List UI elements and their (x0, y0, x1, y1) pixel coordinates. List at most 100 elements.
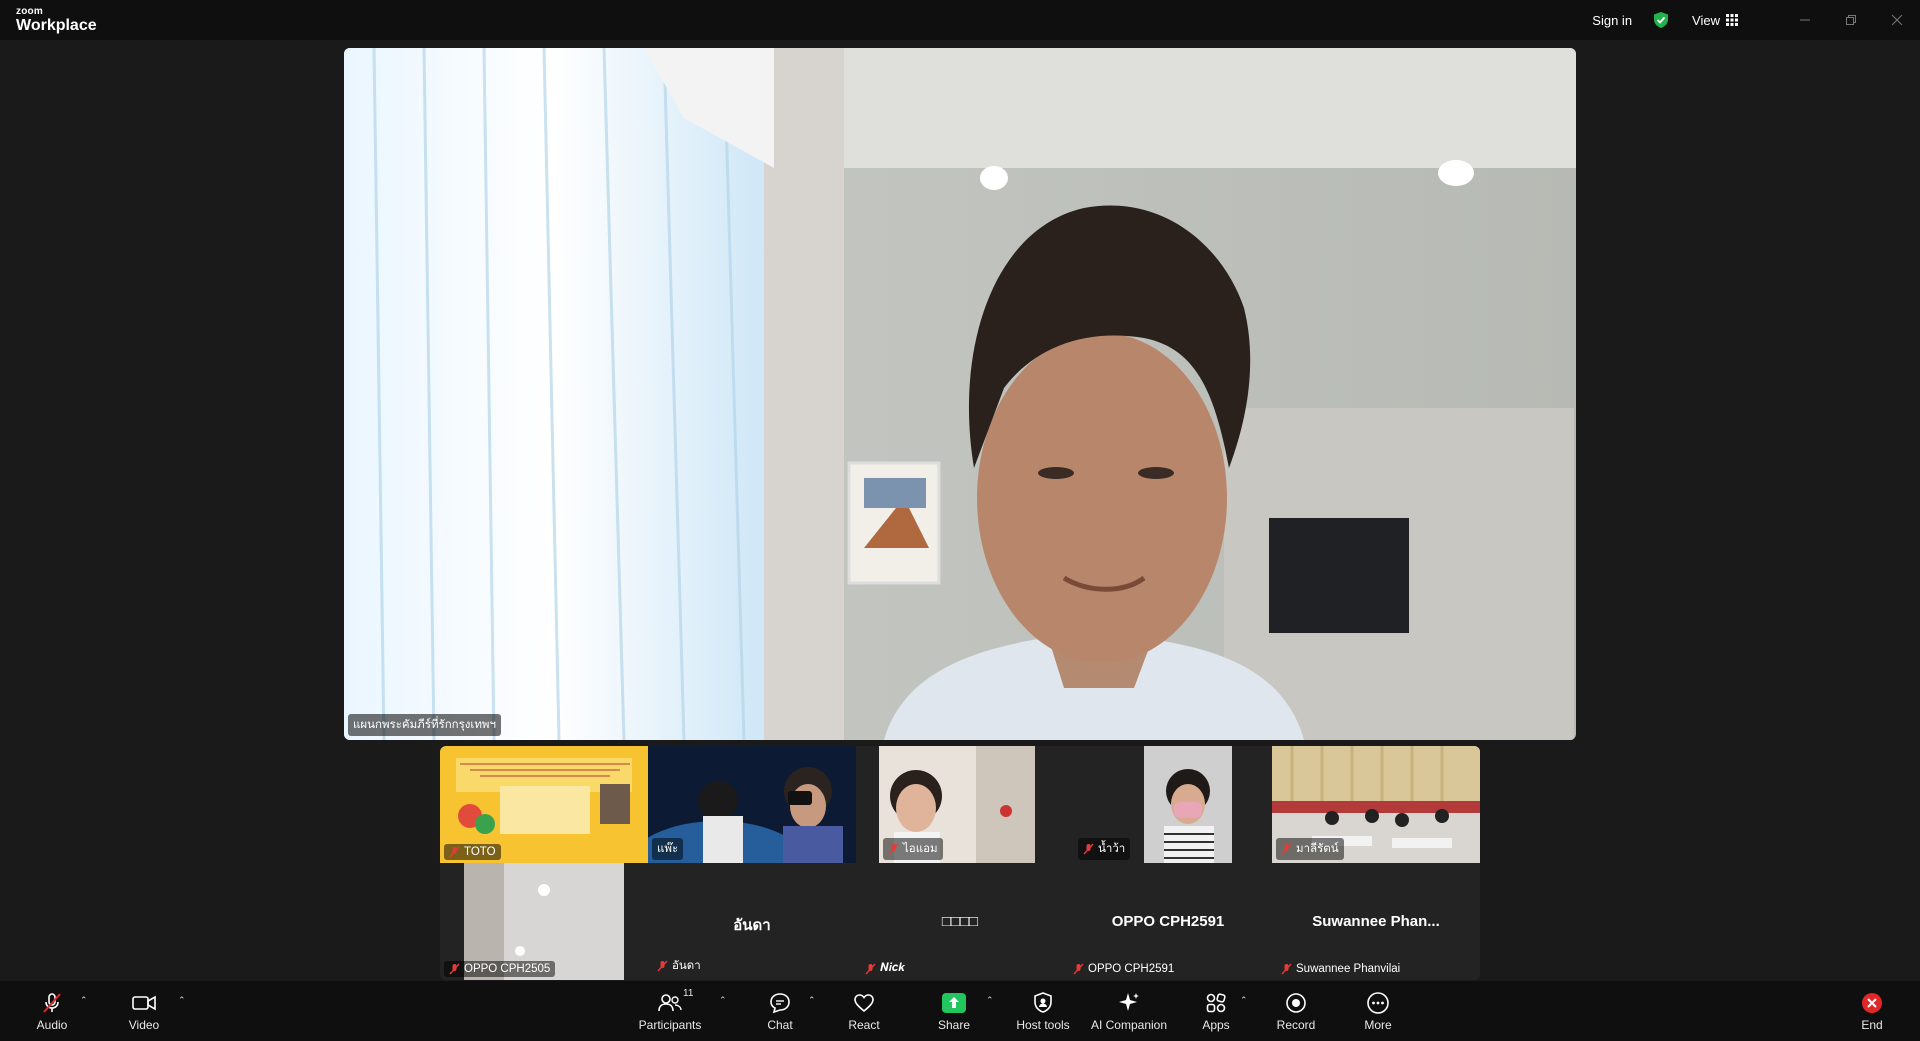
encryption-shield-icon[interactable] (1652, 11, 1670, 29)
participant-name-tag: OPPO CPH2505 (444, 961, 556, 977)
close-window-button[interactable] (1874, 0, 1920, 40)
participant-tile-4[interactable]: น้ำว้า (1064, 746, 1272, 863)
apps-label: Apps (1202, 1018, 1230, 1032)
speaker-name-tag: แผนกพระคัมภีร์ที่รักกรุงเทพฯ (348, 714, 501, 736)
participant-name-tag: ไอแอม (883, 838, 943, 860)
participant-name-tag: Suwannee Phanvilai (1276, 961, 1405, 977)
participants-label: Participants (638, 1018, 702, 1032)
participant-tile-5[interactable]: มาลีรัตน์ (1272, 746, 1480, 863)
zoom-workplace-logo: zoom Workplace (16, 7, 97, 34)
end-icon (1862, 993, 1882, 1013)
participant-name: มาลีรัตน์ (1296, 843, 1339, 855)
restore-icon (1846, 15, 1856, 25)
ai-companion-button[interactable]: AI Companion (1090, 981, 1168, 1041)
speaker-video-feed (344, 48, 1576, 740)
participant-name: OPPO CPH2505 (464, 963, 551, 975)
maximize-button[interactable] (1828, 0, 1874, 40)
participants-button[interactable]: 11 Participants (636, 981, 704, 1041)
audio-button[interactable]: Audio (32, 981, 72, 1041)
audio-label: Audio (36, 1018, 68, 1032)
more-label: More (1364, 1018, 1392, 1032)
title-bar: zoom Workplace Sign in View (0, 0, 1920, 40)
participant-tile-toto[interactable]: TOTO (440, 746, 648, 863)
microphone-muted-icon (43, 993, 61, 1013)
participant-name: ไอแอม (903, 843, 938, 855)
mic-muted-icon (1073, 963, 1084, 975)
mic-muted-icon (1281, 963, 1292, 975)
camera-icon (132, 995, 156, 1011)
participant-name: แพ๊ะ (657, 843, 679, 855)
brand-large: Workplace (16, 17, 97, 34)
apps-button[interactable]: Apps (1196, 981, 1236, 1041)
end-label: End (1861, 1018, 1883, 1032)
video-button[interactable]: Video (124, 981, 164, 1041)
shield-icon (1034, 992, 1052, 1013)
participant-tile-9[interactable]: OPPO CPH2591 OPPO CPH2591 (1064, 863, 1272, 980)
apps-icon (1206, 993, 1226, 1013)
participant-tile-8[interactable]: □□□□ 𝑵𝒊𝒄𝒌 (856, 863, 1064, 980)
record-icon (1286, 993, 1306, 1013)
participant-tile-10[interactable]: Suwannee Phan... Suwannee Phanvilai (1272, 863, 1480, 980)
mic-muted-icon (657, 960, 668, 972)
chat-bubble-icon (770, 993, 790, 1014)
mic-muted-icon (449, 846, 460, 858)
more-button[interactable]: More (1358, 981, 1398, 1041)
end-meeting-button[interactable]: End (1856, 981, 1888, 1041)
sign-in-link[interactable]: Sign in (1592, 13, 1632, 28)
participant-tile-7[interactable]: อันดา อันดา (648, 863, 856, 980)
react-button[interactable]: React (844, 981, 884, 1041)
participant-name-tag: 𝑵𝒊𝒄𝒌 (860, 960, 910, 977)
participant-name: อันดา (672, 960, 701, 972)
mic-muted-icon (1083, 843, 1094, 855)
grid-icon (1726, 14, 1738, 26)
brand-small: zoom (16, 6, 43, 17)
host-tools-button[interactable]: Host tools (1016, 981, 1070, 1041)
participant-display-name: OPPO CPH2591 (1111, 913, 1225, 930)
meeting-toolbar: Audio ⌃ Video ⌃ 11 Participants ⌃ Chat ⌃… (0, 981, 1920, 1041)
mic-muted-icon (449, 963, 460, 975)
participant-name: OPPO CPH2591 (1088, 963, 1175, 975)
speaker-name: แผนกพระคัมภีร์ที่รักกรุงเทพฯ (353, 719, 496, 731)
participant-name-tag: อันดา (652, 955, 706, 977)
view-label: View (1692, 12, 1720, 28)
share-button[interactable]: Share (934, 981, 974, 1041)
chat-button[interactable]: Chat (760, 981, 800, 1041)
participant-tile-6[interactable]: OPPO CPH2505 (440, 863, 648, 980)
chat-label: Chat (767, 1018, 793, 1032)
video-options-chevron-icon[interactable]: ⌃ (178, 995, 186, 1006)
participant-name-tag: มาลีรัตน์ (1276, 838, 1344, 860)
heart-icon (854, 994, 874, 1013)
chat-options-chevron-icon[interactable]: ⌃ (808, 995, 816, 1006)
participants-options-chevron-icon[interactable]: ⌃ (719, 995, 727, 1006)
participant-name: 𝑵𝒊𝒄𝒌 (880, 962, 906, 974)
gallery-strip: TOTO แพ๊ะ ไอแอม น้ำว้า มาลีรัตน์ OPPO CP… (440, 746, 1480, 980)
participant-name-tag: TOTO (444, 844, 501, 860)
participant-name: Suwannee Phanvilai (1296, 963, 1401, 975)
participant-tile-3[interactable]: ไอแอม (856, 746, 1064, 863)
participant-display-name: อันดา (733, 917, 771, 934)
host-tools-label: Host tools (1016, 1018, 1070, 1032)
minimize-button[interactable] (1782, 0, 1828, 40)
participants-icon (658, 994, 682, 1012)
participant-name-tag: น้ำว้า (1078, 838, 1131, 860)
participant-display-name: Suwannee Phan... (1312, 913, 1440, 930)
share-options-chevron-icon[interactable]: ⌃ (986, 995, 994, 1006)
record-button[interactable]: Record (1274, 981, 1318, 1041)
participant-tile-2[interactable]: แพ๊ะ (648, 746, 856, 863)
active-speaker-video[interactable]: แผนกพระคัมภีร์ที่รักกรุงเทพฯ (344, 48, 1576, 740)
mic-muted-icon (865, 963, 876, 974)
participant-name-tag: OPPO CPH2591 (1068, 961, 1179, 977)
close-icon (1891, 14, 1903, 26)
ai-companion-label: AI Companion (1090, 1018, 1168, 1032)
react-label: React (848, 1018, 880, 1032)
mic-muted-icon (1281, 843, 1292, 855)
participant-name: น้ำว้า (1098, 843, 1126, 855)
apps-options-chevron-icon[interactable]: ⌃ (1240, 995, 1248, 1006)
minimize-icon (1800, 19, 1810, 21)
participants-count: 11 (683, 988, 694, 999)
participant-display-name: □□□□ (941, 913, 979, 930)
audio-options-chevron-icon[interactable]: ⌃ (80, 995, 88, 1006)
sparkle-icon (1119, 993, 1139, 1011)
view-button[interactable]: View (1692, 13, 1738, 28)
share-label: Share (937, 1018, 971, 1032)
